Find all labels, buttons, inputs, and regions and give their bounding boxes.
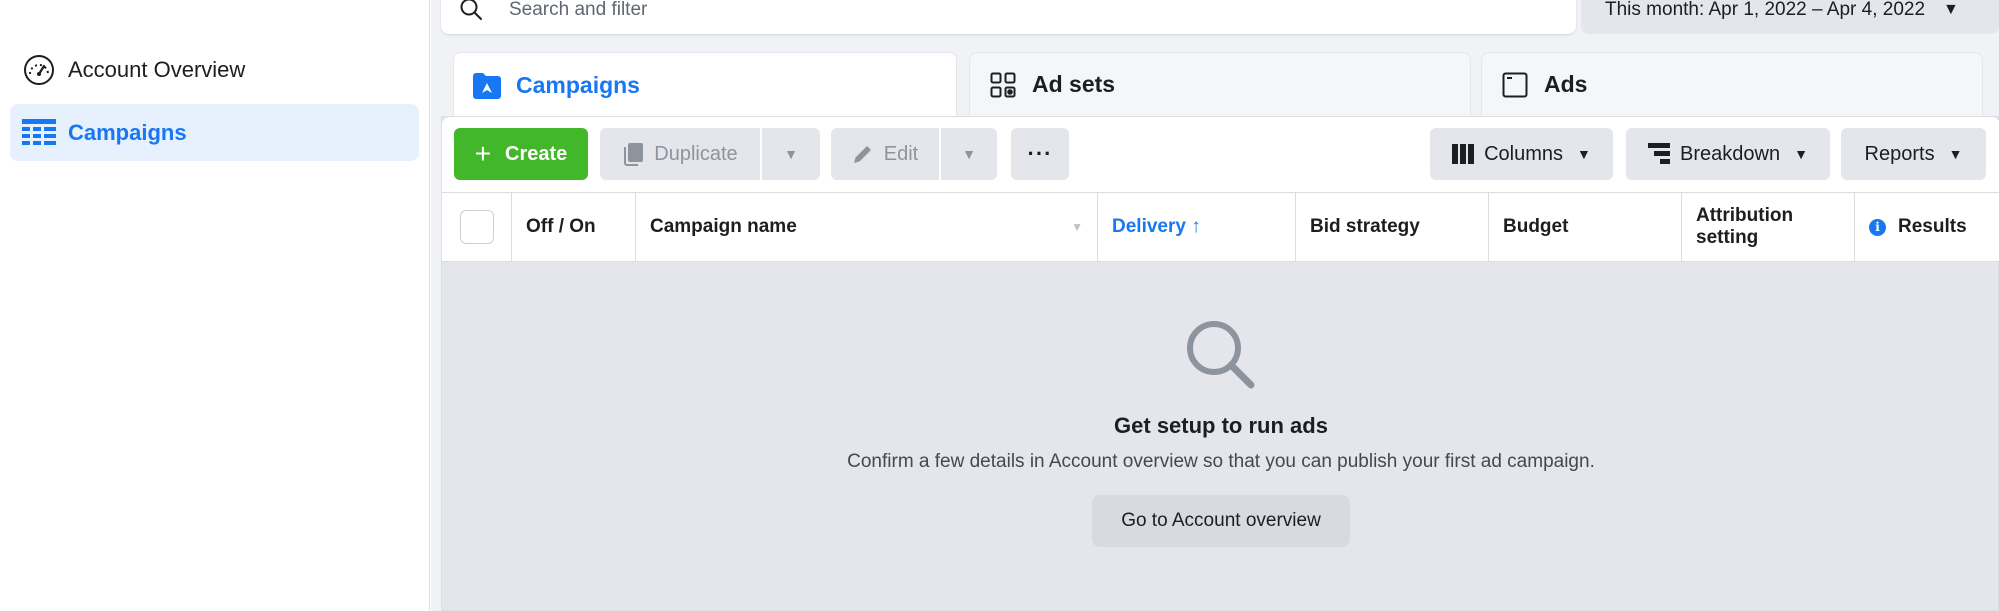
- edit-dropdown-button[interactable]: ▼: [941, 128, 997, 180]
- tab-label: Ad sets: [1032, 71, 1116, 97]
- grid-icon: [988, 70, 1018, 100]
- sidebar-item-campaigns[interactable]: Campaigns: [10, 104, 419, 161]
- table-grid-icon: [22, 116, 56, 150]
- plus-icon: +: [474, 138, 492, 169]
- column-header-delivery[interactable]: Delivery ↑: [1098, 193, 1296, 261]
- edit-label: Edit: [883, 142, 919, 165]
- breakdown-label: Breakdown: [1680, 142, 1781, 165]
- speedometer-icon: [22, 53, 56, 87]
- search-icon: [1187, 321, 1255, 389]
- more-options-button[interactable]: ···: [1011, 128, 1069, 180]
- toolbar: + Create Duplicate ▼ Edit ▼ ··· Columns …: [442, 117, 1999, 192]
- breakdown-button[interactable]: Breakdown ▼: [1626, 128, 1830, 180]
- caret-down-icon: ▼: [1948, 146, 1963, 162]
- sidebar-item-label: Account Overview: [68, 56, 246, 82]
- reports-label: Reports: [1864, 142, 1935, 165]
- caret-down-icon: ▼: [962, 146, 976, 162]
- search-input[interactable]: Search and filter: [509, 0, 647, 21]
- select-all-column: [442, 193, 512, 261]
- reports-button[interactable]: Reports ▼: [1841, 128, 1986, 180]
- info-icon[interactable]: i: [1869, 218, 1886, 236]
- edit-button[interactable]: Edit: [831, 128, 939, 180]
- sort-caret-icon[interactable]: ▼: [1071, 220, 1083, 234]
- search-filter-bar[interactable]: Search and filter: [441, 0, 1576, 34]
- columns-icon: [1452, 144, 1475, 164]
- create-label: Create: [505, 142, 568, 165]
- column-label: Results: [1898, 216, 1967, 237]
- search-icon: [459, 0, 485, 23]
- table-header: Off / On Campaign name ▼ Delivery ↑ Bid …: [442, 192, 1999, 262]
- tab-label: Campaigns: [516, 72, 640, 98]
- create-button[interactable]: + Create: [454, 128, 588, 180]
- folder-icon: [472, 71, 502, 101]
- breakdown-icon: [1648, 143, 1671, 165]
- column-label: Attribution setting: [1696, 205, 1794, 248]
- caret-down-icon: ▼: [1794, 146, 1808, 162]
- date-range-label: This month: Apr 1, 2022 – Apr 4, 2022: [1605, 0, 1926, 20]
- column-label: Delivery ↑: [1112, 216, 1201, 237]
- columns-label: Columns: [1484, 142, 1564, 165]
- more-icon: ···: [1027, 141, 1053, 166]
- column-header-attribution-setting[interactable]: Attribution setting: [1682, 193, 1855, 261]
- pencil-icon: [852, 143, 874, 165]
- ad-window-icon: [1500, 70, 1530, 100]
- column-label: Bid strategy: [1310, 216, 1420, 237]
- duplicate-button[interactable]: Duplicate: [600, 128, 760, 180]
- caret-down-icon: ▼: [1577, 146, 1591, 162]
- column-header-budget[interactable]: Budget: [1489, 193, 1682, 261]
- empty-state: Get setup to run ads Confirm a few detai…: [442, 262, 1999, 611]
- column-label: Campaign name: [650, 216, 797, 237]
- date-range-picker[interactable]: This month: Apr 1, 2022 – Apr 4, 2022 ▼: [1581, 0, 1999, 34]
- sidebar-item-label: Campaigns: [68, 119, 187, 145]
- tab-campaigns[interactable]: Campaigns: [453, 52, 957, 118]
- column-header-bid-strategy[interactable]: Bid strategy: [1296, 193, 1489, 261]
- caret-down-icon: ▼: [784, 146, 798, 162]
- column-header-off-on[interactable]: Off / On: [512, 193, 636, 261]
- duplicate-icon: [622, 142, 644, 166]
- sidebar-item-account-overview[interactable]: Account Overview: [10, 41, 419, 98]
- duplicate-dropdown-button[interactable]: ▼: [762, 128, 820, 180]
- column-label: Off / On: [526, 216, 596, 237]
- caret-down-icon: ▼: [1943, 1, 1959, 18]
- empty-state-title: Get setup to run ads: [1114, 413, 1328, 438]
- sidebar: Account Overview Campaigns: [0, 0, 430, 611]
- campaigns-panel: + Create Duplicate ▼ Edit ▼ ··· Columns …: [441, 116, 1999, 611]
- column-header-results[interactable]: i Results: [1855, 193, 1999, 261]
- select-all-checkbox[interactable]: [459, 210, 494, 244]
- tab-ad-sets[interactable]: Ad sets: [969, 52, 1471, 116]
- main-area: Search and filter This month: Apr 1, 202…: [431, 0, 1999, 611]
- column-header-campaign-name[interactable]: Campaign name ▼: [636, 193, 1098, 261]
- empty-state-message: Confirm a few details in Account overvie…: [847, 451, 1595, 472]
- tab-ads[interactable]: Ads: [1481, 52, 1983, 116]
- columns-button[interactable]: Columns ▼: [1430, 128, 1613, 180]
- go-to-account-overview-button[interactable]: Go to Account overview: [1092, 495, 1350, 547]
- duplicate-label: Duplicate: [654, 142, 738, 165]
- tab-label: Ads: [1544, 71, 1588, 97]
- column-label: Budget: [1503, 216, 1569, 237]
